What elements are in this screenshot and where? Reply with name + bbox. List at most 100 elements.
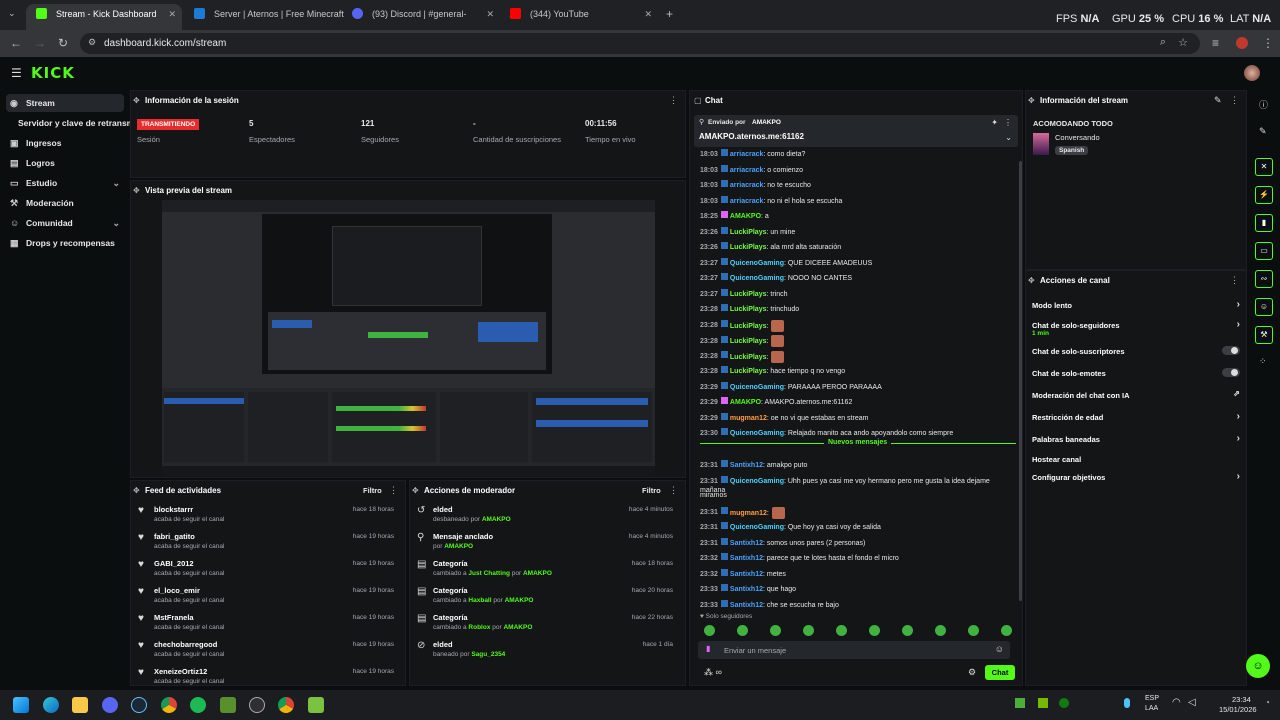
chat-message[interactable]: 23:32 Santixh12: parece que te lotes hast… [700,553,1010,563]
close-icon[interactable]: ✕ [486,4,494,24]
chat-message[interactable]: 18:03 arriacrack: como dieta? [700,149,1010,159]
sidebar-item-logros[interactable]: ▤ Logros [6,154,124,172]
chrome-active-icon[interactable] [278,697,294,713]
chat-message[interactable]: 23:33 Santixh12: che se escucha re bajo [700,599,1010,610]
channel-action-row[interactable]: Restricción de edad › [1032,411,1246,431]
chat-message[interactable]: 23:31 QuicenoGaming: Que hoy ya casi voy … [700,522,1010,532]
more-options-icon[interactable]: ⋮ [1230,275,1239,286]
rail-dots-icon[interactable]: ⁘ [1259,356,1267,367]
chrome-icon[interactable] [161,697,177,713]
mod-action-row[interactable]: ▤ Categoría cambiado a Just Chatting por A… [410,557,680,584]
chat-message[interactable]: 23:31 mugman12: [700,506,1010,519]
steam-icon[interactable] [131,697,147,713]
sidebar-item-estudio[interactable]: ▭ Estudio ⌄ [6,174,124,192]
drag-handle-icon[interactable]: ✥ [412,486,419,495]
chat-message[interactable]: 18:03 arriacrack: no te escucho [700,180,1010,190]
rail-bolt-icon[interactable]: ⚡ [1255,186,1273,204]
site-info-icon[interactable]: ⚙ [88,37,96,48]
more-options-icon[interactable]: ⋮ [669,485,678,496]
chat-message[interactable]: 23:33 Santixh12: que hago [700,584,1010,594]
channel-action-row[interactable]: Chat de solo-suscriptores [1032,345,1246,365]
feed-row[interactable]: ♥ MstFranela acaba de seguir el canal hace … [131,611,401,638]
mod-action-row[interactable]: ▤ Categoría cambiado a Roblox por AMAKPO ha… [410,611,680,638]
chat-scrollbar[interactable] [1019,161,1022,601]
stream-preview-video[interactable] [162,200,655,476]
feed-row[interactable]: ♥ chechobarregood acaba de seguir el canal… [131,638,401,665]
mod-action-row[interactable]: ▤ Categoría cambiado a Haxball por AMAKPO h… [410,584,680,611]
chat-input[interactable]: ▮ Enviar un mensaje ☺ [698,641,1010,659]
chat-message[interactable]: 23:28 LuckiPlays: hace tiempo q no vengo [700,366,1010,376]
avatar[interactable] [1244,65,1260,81]
mod-action-row[interactable]: ↺ elded desbaneado por AMAKPO hace 4 minuto… [410,503,680,530]
rail-wrench-icon[interactable]: ⚒ [1255,326,1273,344]
rail-feed-icon[interactable]: ✕ [1255,158,1273,176]
emote-icon[interactable] [1001,625,1012,636]
tray-mic-icon[interactable] [1124,698,1130,708]
rail-book-icon[interactable]: ▮ [1255,214,1273,232]
url-field[interactable]: ⚙ dashboard.kick.com/stream ⌕ ☆ [80,33,1200,54]
sidebar-item-moderacion[interactable]: ⚒ Moderación [6,194,124,212]
sidebar-item-comunidad[interactable]: ☺ Comunidad ⌄ [6,214,124,232]
feed-row[interactable]: ♥ fabri_gatito acaba de seguir el canal hac… [131,530,401,557]
reload-icon[interactable]: ↻ [58,36,68,50]
chat-message[interactable]: 23:28 LuckiPlays: [700,335,1010,347]
chat-message[interactable]: 23:28 LuckiPlays: [700,319,1010,332]
tab-kick[interactable]: Stream - Kick Dashboard ✕ [26,4,182,30]
tray-xbox-icon[interactable] [1059,698,1069,708]
chat-message[interactable]: 23:28 LuckiPlays: trinchudo [700,304,1010,314]
minecraft-icon[interactable] [220,697,236,713]
emote-icon[interactable] [704,625,715,636]
filter-button[interactable]: Filtro [642,486,661,495]
tab-aternos[interactable]: Server | Aternos | Free Minecraft [184,4,344,30]
chat-message[interactable]: 23:29 mugman12: oe no vi que estabas en s… [700,412,1010,423]
chat-message[interactable]: miramos [700,491,1010,500]
chat-message[interactable]: 23:26 LuckiPlays: un mine [700,226,1010,237]
emote-icon[interactable] [836,625,847,636]
emote-icon[interactable] [737,625,748,636]
emote-icon[interactable] [869,625,880,636]
chat-message[interactable]: 23:29 QuicenoGaming: PARAAAA PEROO PARAAA… [700,381,1010,392]
volume-icon[interactable]: ◁ [1188,697,1196,708]
hamburger-menu-icon[interactable]: ☰ [11,66,22,80]
edge-icon[interactable] [43,697,59,713]
send-chat-button[interactable]: Chat [985,665,1015,680]
emote-icon[interactable] [770,625,781,636]
emote-icon[interactable] [968,625,979,636]
emote-icon[interactable] [803,625,814,636]
channel-action-row[interactable]: Configurar objetivos › [1032,471,1246,491]
windows-start-icon[interactable] [13,697,29,713]
media-icon[interactable]: ≡ [1212,36,1219,50]
language-indicator[interactable]: ESP [1145,695,1159,702]
rail-chat-icon[interactable]: ▭ [1255,242,1273,260]
tab-discord[interactable]: (93) Discord | #general- ✕ [342,4,500,30]
more-options-icon[interactable]: ⋮ [669,95,678,106]
spotify-icon[interactable] [190,697,206,713]
chat-message[interactable]: 23:31 Santixh12: somos unos pares (2 pers… [700,537,1010,548]
tray-nvidia-icon[interactable] [1038,698,1048,708]
chat-message[interactable]: 23:27 QuicenoGaming: NOOO NO CANTES [700,273,1010,283]
forward-arrow-icon[interactable]: → [34,36,46,50]
edit-pencil-icon[interactable]: ✎ [1214,95,1222,106]
channel-action-row[interactable]: Chat de solo-emotes [1032,367,1246,387]
back-arrow-icon[interactable]: ← [10,36,22,50]
close-icon[interactable]: ✕ [644,4,652,24]
chat-message[interactable]: 18:25 AMAKPO: a [700,211,1010,221]
sidebar-item-drops[interactable]: ▦ Drops y recompensas [6,234,124,252]
close-icon[interactable]: ✕ [168,4,176,24]
toggle-switch[interactable] [1222,346,1240,355]
chat-message[interactable]: 23:28 LuckiPlays: [700,350,1010,363]
chat-message[interactable]: 23:29 AMAKPO: AMAKPO.aternos.me:61162 [700,397,1010,407]
clock-time[interactable]: 23:34 [1232,695,1251,704]
feed-row[interactable]: ♥ XeneizeOrtiz12 acaba de seguir el canal h… [131,665,401,685]
new-tab-icon[interactable]: + [666,7,673,21]
rail-user-icon[interactable]: ☺ [1255,298,1273,316]
chat-message[interactable]: 23:30 QuicenoGaming: Relajado manito aca … [700,428,1010,438]
tray-app-icon[interactable] [1015,698,1025,708]
notifications-icon[interactable]: ◔ [1265,698,1270,707]
chat-message[interactable]: 18:03 arriacrack: o comienzo [700,164,1010,175]
emoji-picker-icon[interactable]: ☺ [995,644,1004,654]
more-options-icon[interactable]: ⋮ [1230,95,1239,106]
support-chat-button[interactable]: ☺ [1246,654,1270,678]
more-options-icon[interactable]: ⋮ [389,485,398,496]
toggle-switch[interactable] [1222,368,1240,377]
